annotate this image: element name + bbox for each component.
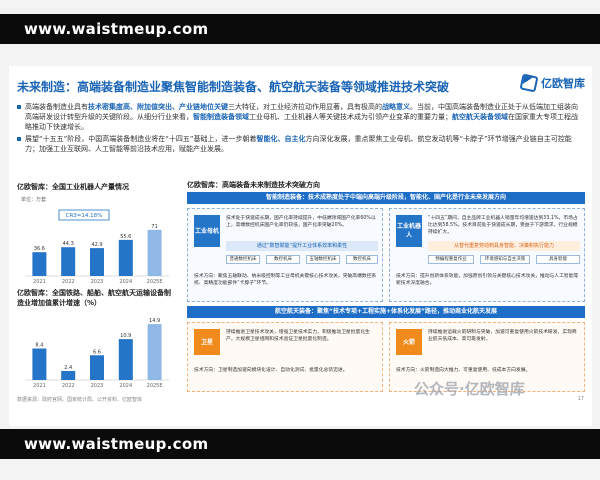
diagram-title: 亿欧智库：高端装备未来制造技术突破方向 [187, 181, 320, 189]
tech-direction: 技术方向：火箭制造向大推力、可重复使用、低成本方向发展。 [396, 368, 531, 373]
bar [118, 239, 133, 276]
summary-bullets: 高端装备制造业具有技术密集度高、附加值突出、产业链地位关键三大特征，对工业经济拉… [17, 102, 583, 156]
banner-text: www.waistmeup.com [24, 20, 209, 38]
x-tick-label: 2021 [33, 383, 46, 389]
x-tick-label: 2023 [91, 279, 104, 285]
tag-label: 卫星 [194, 329, 220, 355]
robot-output-chart: 单位：万套 CR3=14.18% 36.6 2021 44.3 2022 42.9 202… [21, 196, 169, 285]
banner-text: www.waistmeup.com [24, 435, 209, 453]
chart1-unit: 单位：万套 [21, 196, 46, 203]
tech-direction: 技术方向：卫星制造加速向模块化设计、自动化测试、批量化总装迈进。 [194, 368, 348, 373]
bar [90, 248, 104, 276]
bar [90, 355, 104, 380]
bar [32, 252, 47, 276]
flow-step: 数控机床 [346, 255, 378, 264]
robot-subtitle: 从替代重复劳动到具身智能、决策和执行能力 [428, 241, 580, 251]
bar-value-label: 44.3 [63, 241, 74, 247]
watermark-banner-top: www.waistmeup.com [0, 14, 600, 44]
tag-label: 工业机器人 [396, 215, 422, 247]
x-tick-label: 2024 [119, 279, 132, 285]
bullet-paragraph: 展望“十五五”阶段，中国高端装备制造业将在“十四五”基础上，进一步朝着智能化、自… [17, 134, 583, 154]
flow-step: 五轴数控机床 [306, 255, 340, 264]
x-tick-label: 2022 [62, 383, 75, 389]
flow-title: 通过“数智赋能”提升工业体系效率和柔性 [226, 241, 378, 251]
section-header: 航空航天装备：聚焦“技术专项+工程实施+体系化发展”路径，推动商业化航天发展 [187, 306, 585, 318]
flow-step: 预编程重复作业 [428, 255, 474, 264]
section-header: 智能制造装备：技术成熟度处于中端向高端升级阶段，智能化、国产化是行业未来发展方向 [187, 192, 585, 204]
page-number: 17 [577, 396, 584, 402]
chart2-title: 亿欧智库：全国铁路、船舶、航空航天运输设备制造业增加值累计增速（%） [17, 288, 177, 308]
logo-mark-icon [519, 73, 539, 93]
bar-value-label: 14.9 [149, 318, 160, 324]
bar [32, 348, 47, 380]
bar-value-label: 55.6 [120, 234, 131, 240]
wechat-watermark: 公众号·亿欧智库 [414, 380, 525, 398]
x-tick-label: 2025E [147, 279, 163, 285]
industrial-machine-card: 工业母机 技术处于快速成长期，国产化率持续提升，中低端领域国产化率60%以上，高… [187, 208, 383, 302]
flow-step: 具身智能 [536, 255, 580, 264]
tag-label: 工业母机 [194, 215, 220, 247]
bullet-paragraph: 高端装备制造业具有技术密集度高、附加值突出、产业链地位关键三大特征，对工业经济拉… [17, 102, 583, 132]
card-text: 持续推进卫星技术攻关，增强卫星技术实力，积极推动卫星批量化生产，大规模卫星组网和… [226, 330, 370, 342]
tech-breakthrough-diagram: 亿欧智库：高端装备未来制造技术突破方向 智能制造装备：技术成熟度处于中端向高端升… [187, 181, 585, 392]
page-title: 未来制造：高端装备制造业聚焦智能制造装备、航空航天装备等领域推进技术突破 [17, 80, 450, 94]
bar-value-label: 6.6 [93, 349, 101, 355]
bar [61, 371, 76, 380]
bar-value-label: 10.9 [120, 333, 131, 339]
cagr-label: CR3=14.18% [66, 213, 103, 219]
brand-logo: 亿欧智库 [519, 73, 585, 93]
transport-equipment-chart: 8.4 2021 2.4 2022 6.6 2023 10.9 2024 14.9 2025E [25, 318, 169, 389]
card-text: 持续推进运载火箭研制与突破，加速可重复使用火箭技术研发，实现商业航天低成本、高可… [428, 330, 577, 342]
bar-value-label: 42.9 [91, 242, 102, 248]
bar-value-label: 36.6 [34, 246, 45, 252]
bar-value-label: 71 [151, 224, 157, 230]
card-text: “十四五”期间，自主品牌工业机器人销量年均增速达到33.1%，市场占比达到58.… [428, 216, 578, 235]
tech-direction: 技术方向：聚焦五轴联动、纳米级控制等工业母机关键核心技术攻关，突破高端数控系统、… [194, 274, 377, 286]
x-tick-label: 2022 [62, 279, 75, 285]
flow-step: 环境感知与自主决策 [480, 255, 530, 264]
watermark-banner-bottom: www.waistmeup.com [0, 429, 600, 459]
bar-value-label: 2.4 [64, 365, 72, 371]
flow-step: 普通数控机床 [226, 255, 260, 264]
x-tick-label: 2024 [119, 383, 132, 389]
report-page: 未来制造：高端装备制造业聚焦智能制造装备、航空航天装备等领域推进技术突破 亿欧智… [9, 66, 592, 426]
x-tick-label: 2025E [147, 383, 163, 389]
bar [61, 247, 76, 276]
bar [147, 229, 162, 276]
card-text: 技术处于快速成长期，国产化率持续提升，中低端领域国产化率60%以上，高端数控机床… [226, 216, 376, 228]
tech-direction: 技术方向：提升创新体系效能，加强原创引领与关键核心技术攻关，推动与人工智能等新技… [396, 274, 579, 286]
source-note: 数据来源：政府官网、国家统计局、公开资料、亿欧智库 [17, 397, 143, 403]
bar [118, 339, 133, 380]
industrial-robot-card: 工业机器人 “十四五”期间，自主品牌工业机器人销量年均增速达到33.1%，市场占… [389, 208, 585, 302]
chart1-title: 亿欧智库：全国工业机器人产量情况 [17, 183, 129, 191]
chart2-title-text: 亿欧智库：全国铁路、船舶、航空航天运输设备制造业增加值累计增速（%） [17, 289, 171, 307]
tag-label: 火箭 [396, 329, 422, 355]
bar [147, 324, 162, 380]
x-tick-label: 2021 [33, 279, 46, 285]
flow-step: 数控机床 [266, 255, 300, 264]
bar-value-label: 8.4 [35, 343, 43, 349]
satellite-card: 卫星 持续推进卫星技术攻关，增强卫星技术实力，积极推动卫星批量化生产，大规模卫星… [187, 322, 383, 392]
logo-text: 亿欧智库 [541, 77, 585, 90]
x-tick-label: 2023 [91, 383, 104, 389]
